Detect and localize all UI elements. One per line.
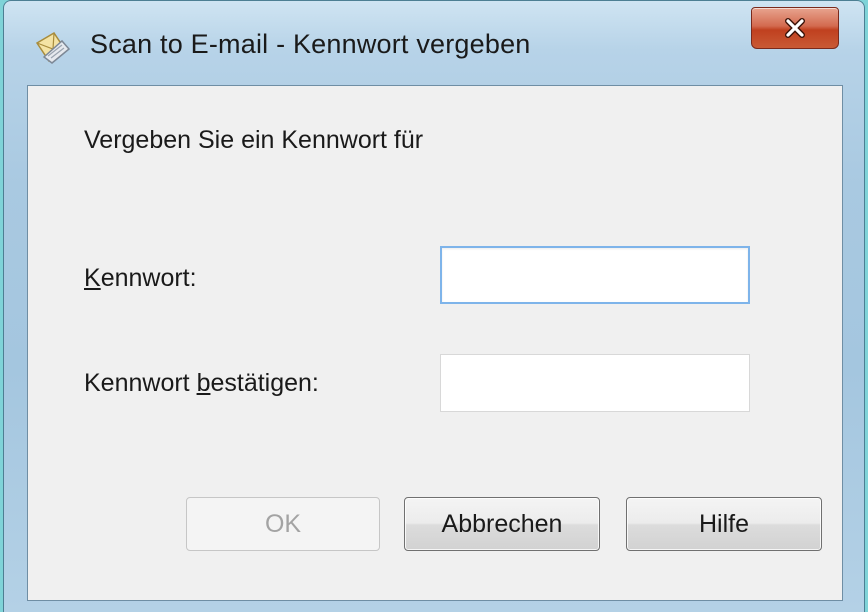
confirm-password-input[interactable]	[440, 354, 750, 412]
dialog-window: Scan to E-mail - Kennwort vergeben Verge…	[3, 0, 865, 612]
close-icon	[784, 18, 806, 38]
confirm-label-prefix: Kennwort	[84, 369, 197, 397]
password-input[interactable]	[440, 246, 750, 304]
title-bar[interactable]: Scan to E-mail - Kennwort vergeben	[4, 1, 864, 85]
password-label-text: ennwort:	[100, 264, 197, 292]
prompt-text: Vergeben Sie ein Kennwort für	[84, 126, 424, 154]
confirm-password-label: Kennwort bestätigen:	[84, 369, 319, 398]
cancel-button[interactable]: Abbrechen	[404, 497, 600, 551]
dialog-content: Vergeben Sie ein Kennwort für Kennwort: …	[27, 85, 843, 601]
confirm-label-accesskey: b	[196, 369, 211, 397]
ok-button[interactable]: OK	[186, 497, 380, 551]
confirm-label-text: estätigen:	[210, 369, 319, 397]
close-button[interactable]	[751, 7, 839, 49]
scan-envelope-icon	[32, 27, 72, 67]
password-label: Kennwort:	[84, 264, 197, 293]
help-button[interactable]: Hilfe	[626, 497, 822, 551]
window-title: Scan to E-mail - Kennwort vergeben	[90, 29, 531, 59]
password-label-accesskey: K	[84, 264, 101, 292]
